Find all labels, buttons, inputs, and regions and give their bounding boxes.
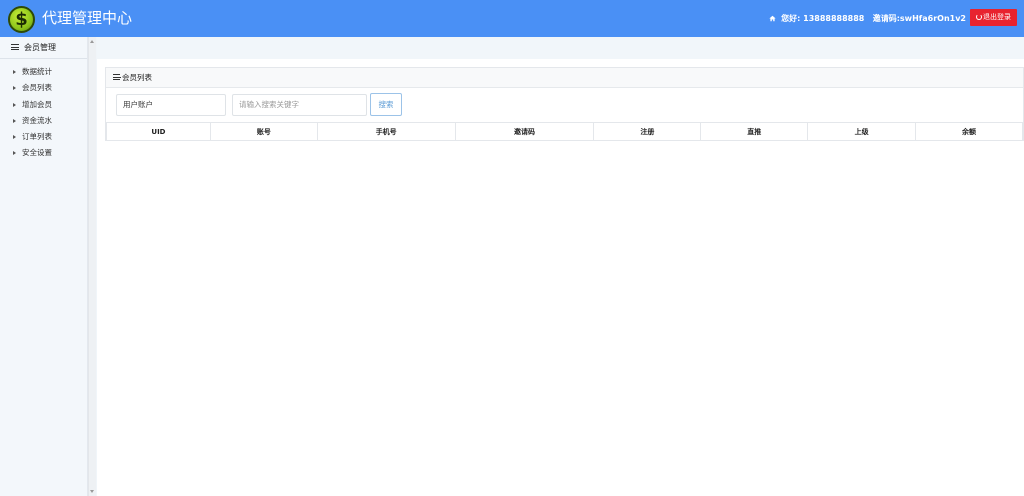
logout-button[interactable]: 退出登录 (970, 9, 1017, 26)
panel-header: 会员列表 (106, 68, 1023, 88)
scroll-up-arrow-icon[interactable] (90, 40, 94, 43)
member-list-panel: 会员列表 用户账户 请输入搜索关键字 搜索 UID 账号 手机号 邀请码 注册 … (105, 67, 1024, 141)
sidebar-group-member[interactable]: 会员管理 (0, 37, 87, 59)
member-table: UID 账号 手机号 邀请码 注册 直推 上级 余额 (106, 122, 1023, 141)
sidebar-item-add-member[interactable]: 增加会员 (0, 97, 87, 113)
sidebar-item-label: 订单列表 (22, 132, 52, 142)
sidebar-item-label: 资金流水 (22, 115, 52, 125)
user-info: 您好: 13888888888 邀请码:swHfa6rOn1v2 (769, 13, 966, 24)
home-icon (769, 15, 776, 22)
list-icon (113, 74, 121, 80)
sidebar-item-security[interactable]: 安全设置 (0, 145, 87, 161)
sidebar-item-fund-flow[interactable]: 资金流水 (0, 113, 87, 129)
sidebar-scrollbar[interactable] (88, 37, 96, 496)
invite-code-text: 邀请码:swHfa6rOn1v2 (872, 14, 966, 23)
caret-right-icon (13, 86, 16, 91)
list-icon (11, 44, 19, 50)
sidebar-item-label: 增加会员 (22, 99, 52, 109)
app-title: 代理管理中心 (42, 9, 133, 27)
column-header-register[interactable]: 注册 (593, 122, 702, 141)
column-header-balance[interactable]: 余额 (915, 122, 1023, 141)
sidebar: 会员管理 数据统计 会员列表 增加会员 资金流水 订单列表 安全设置 (0, 37, 88, 496)
greeting-text: 您好: 13888888888 (781, 14, 865, 23)
logout-label: 退出登录 (983, 13, 1011, 21)
scroll-down-arrow-icon[interactable] (90, 490, 94, 493)
sidebar-item-stats[interactable]: 数据统计 (0, 64, 87, 80)
column-header-invite-code[interactable]: 邀请码 (454, 122, 595, 141)
sidebar-group-label: 会员管理 (24, 43, 56, 52)
sidebar-item-label: 会员列表 (22, 83, 52, 93)
table-header-row: UID 账号 手机号 邀请码 注册 直推 上级 余额 (106, 122, 1023, 141)
top-header: $ 代理管理中心 您好: 13888888888 邀请码:swHfa6rOn1v… (0, 0, 1024, 37)
sidebar-item-label: 安全设置 (22, 148, 52, 158)
caret-right-icon (13, 118, 16, 123)
power-icon (976, 14, 982, 20)
caret-right-icon (13, 135, 16, 140)
sidebar-item-label: 数据统计 (22, 67, 52, 76)
sidebar-menu: 数据统计 会员列表 增加会员 资金流水 订单列表 安全设置 (0, 59, 87, 162)
column-header-uid[interactable]: UID (106, 122, 211, 141)
column-header-phone[interactable]: 手机号 (316, 122, 456, 141)
main-content: 会员列表 用户账户 请输入搜索关键字 搜索 UID 账号 手机号 邀请码 注册 … (97, 37, 1024, 496)
main-top-band (97, 37, 1024, 59)
search-button[interactable]: 搜索 (370, 93, 402, 116)
panel-title: 会员列表 (122, 73, 152, 82)
keyword-search-input[interactable]: 请输入搜索关键字 (232, 94, 367, 116)
caret-right-icon (13, 151, 16, 156)
caret-right-icon (13, 102, 16, 107)
dollar-logo-icon: $ (8, 6, 35, 33)
column-header-direct[interactable]: 直推 (700, 122, 809, 141)
search-row: 用户账户 请输入搜索关键字 搜索 (106, 88, 1023, 122)
column-header-account[interactable]: 账号 (209, 122, 318, 141)
sidebar-item-member-list[interactable]: 会员列表 (0, 80, 87, 96)
column-header-superior[interactable]: 上级 (807, 122, 917, 141)
sidebar-item-orders[interactable]: 订单列表 (0, 129, 87, 145)
account-select[interactable]: 用户账户 (116, 94, 226, 116)
caret-right-icon (13, 70, 16, 74)
